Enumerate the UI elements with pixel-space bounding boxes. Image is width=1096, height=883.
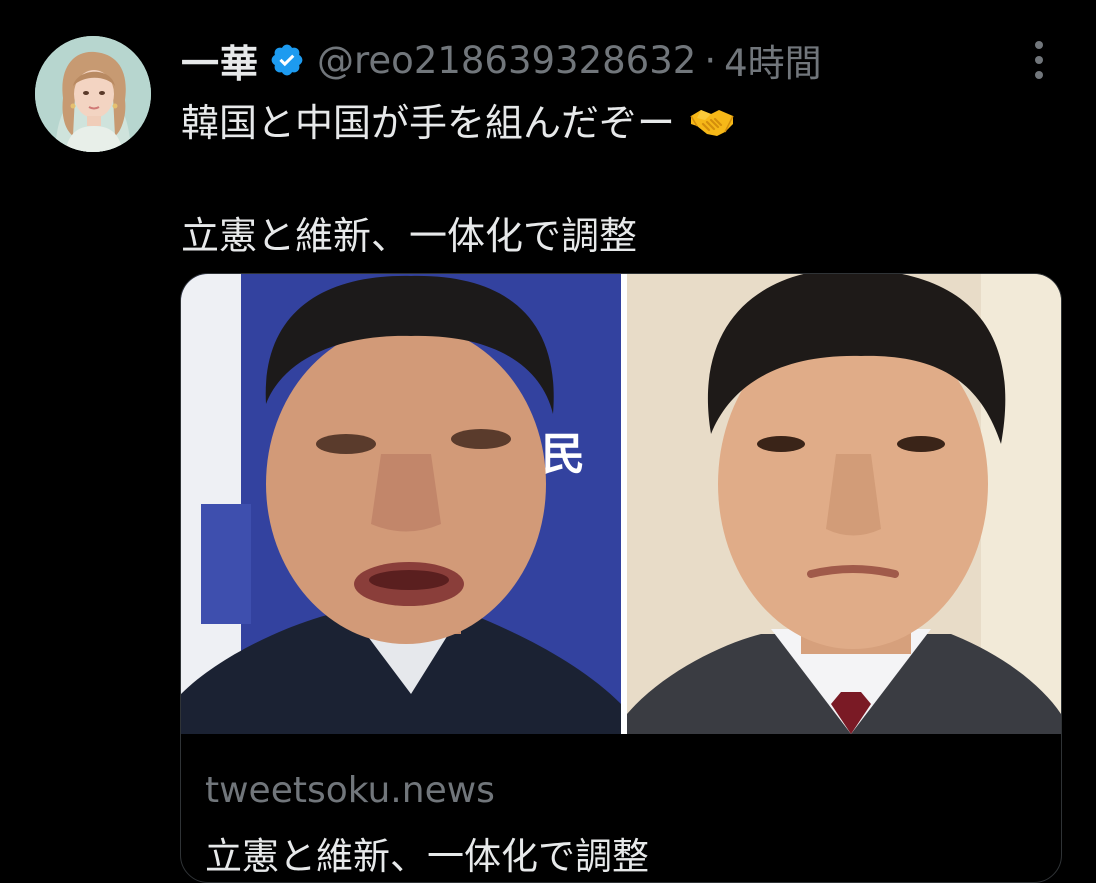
link-card-domain[interactable]: tweetsoku.news <box>205 770 495 811</box>
backdrop-text: 民 <box>541 429 585 480</box>
display-name[interactable]: 一華 <box>181 33 259 88</box>
link-card-image[interactable]: 民 <box>181 274 1061 734</box>
tweet[interactable]: 一華 @reo218639328632 · 4時間 韓国と中国が手を組んだぞー … <box>0 0 1096 883</box>
separator-dot: · <box>704 38 717 82</box>
tweet-text-line-1: 韓国と中国が手を組んだぞー <box>181 92 735 147</box>
link-card[interactable]: 民 tweetsoku.news 立憲と維新、一体化で調整 <box>180 273 1062 883</box>
user-handle[interactable]: @reo218639328632 <box>317 39 696 82</box>
link-card-title[interactable]: 立憲と維新、一体化で調整 <box>205 826 649 880</box>
tweet-text-line-2: 立憲と維新、一体化で調整 <box>181 214 638 258</box>
tweet-text-content: 韓国と中国が手を組んだぞー <box>181 101 676 145</box>
tweet-header: 一華 @reo218639328632 · 4時間 <box>181 34 822 86</box>
avatar[interactable] <box>35 36 151 152</box>
verified-badge-icon <box>269 42 305 78</box>
handshake-emoji-icon <box>689 102 735 142</box>
timestamp[interactable]: 4時間 <box>724 33 822 87</box>
more-options-icon[interactable] <box>1024 38 1054 82</box>
